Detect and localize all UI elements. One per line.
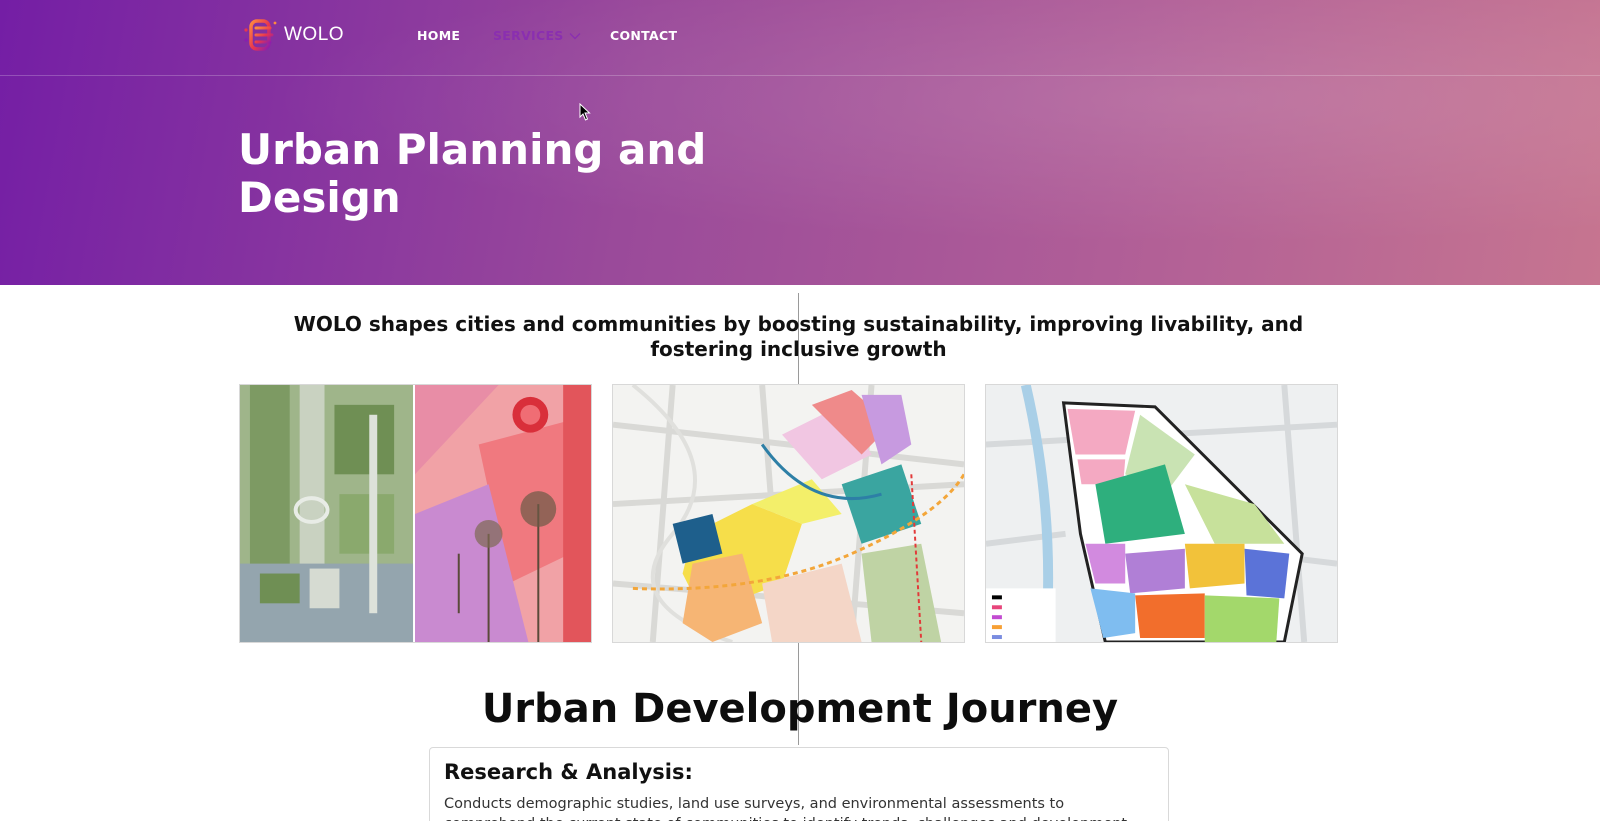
- nav-services-label: SERVICES: [493, 28, 564, 43]
- mouse-cursor-icon: [579, 103, 591, 121]
- intro-tagline: WOLO shapes cities and communities by bo…: [293, 312, 1304, 361]
- nav-contact[interactable]: CONTACT: [610, 28, 677, 43]
- brand-logo-icon: [244, 19, 277, 51]
- top-navbar: WOLO HOME SERVICES CONTACT: [0, 0, 1600, 76]
- nav-services[interactable]: SERVICES: [493, 28, 581, 43]
- journey-step-text: Conducts demographic studies, land use s…: [444, 796, 1127, 821]
- gallery-image-green-city-plaza: [239, 384, 592, 643]
- brand-logo[interactable]: WOLO: [242, 18, 344, 52]
- gallery-image-zoning-map: [612, 384, 965, 643]
- chevron-down-icon: [569, 32, 581, 39]
- nav-home[interactable]: HOME: [417, 28, 460, 43]
- journey-step-title: Research & Analysis:: [444, 760, 693, 784]
- journey-step-card: Research & Analysis: Conducts demographi…: [429, 747, 1169, 821]
- gallery-image-masterplan: [985, 384, 1338, 643]
- hero-banner: WOLO HOME SERVICES CONTACT Urban Plannin…: [0, 0, 1600, 285]
- page-title: Urban Planning and Design: [238, 125, 707, 222]
- masterplan-illustration: [986, 385, 1337, 642]
- green-city-plaza-illustration: [240, 385, 591, 642]
- brand-name: WOLO: [284, 24, 345, 45]
- zoning-map-illustration: [613, 385, 964, 642]
- section-title-journey: Urban Development Journey: [481, 686, 1119, 732]
